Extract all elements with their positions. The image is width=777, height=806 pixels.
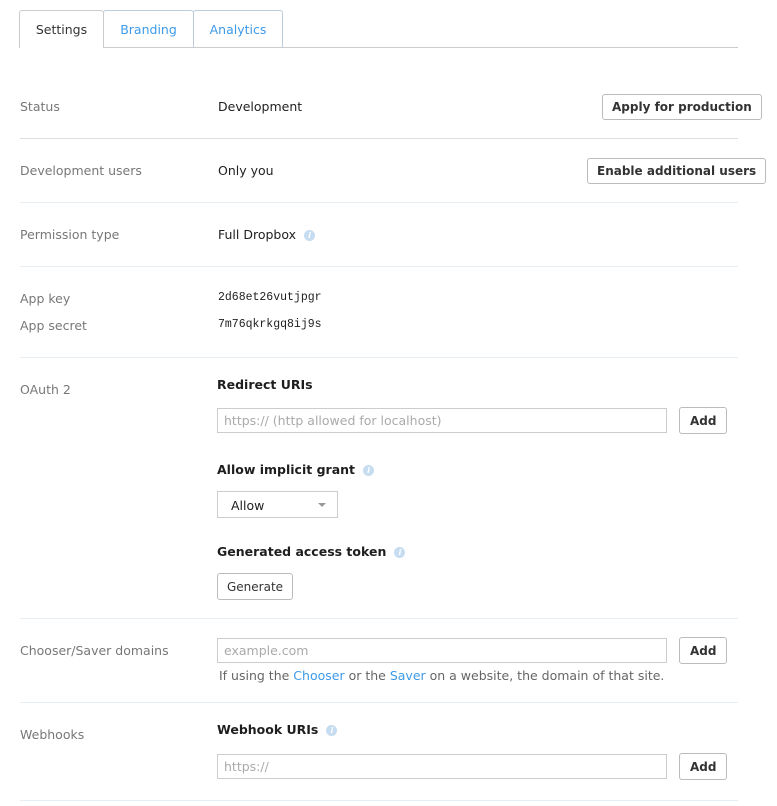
chevron-down-icon: [318, 503, 326, 507]
help-text: If using the: [219, 668, 294, 683]
chooser-domain-input[interactable]: [217, 638, 667, 663]
saver-link[interactable]: Saver: [390, 668, 426, 683]
generated-access-token-text: Generated access token: [217, 544, 387, 559]
chooser-link[interactable]: Chooser: [293, 668, 344, 683]
add-domain-button[interactable]: Add: [679, 637, 728, 664]
permission-type-value: Full Dropbox i: [218, 227, 316, 242]
chooser-saver-domains-label: Chooser/Saver domains: [20, 643, 169, 658]
permission-type-text: Full Dropbox: [218, 227, 297, 242]
tab-settings[interactable]: Settings: [19, 10, 104, 48]
info-icon[interactable]: i: [304, 230, 316, 241]
webhook-uri-input[interactable]: [217, 754, 667, 779]
help-text: on a website, the domain of that site.: [425, 668, 665, 683]
webhook-uris-heading: Webhook URIs i: [217, 722, 338, 737]
tab-branding[interactable]: Branding: [103, 10, 194, 47]
chooser-help-text: If using the Chooser or the Saver on a w…: [219, 668, 664, 683]
add-redirect-uri-button[interactable]: Add: [679, 407, 728, 434]
development-users-value: Only you: [218, 163, 274, 178]
divider: [20, 702, 738, 703]
implicit-grant-select[interactable]: Allow: [217, 491, 338, 518]
divider: [20, 357, 738, 358]
webhooks-label: Webhooks: [20, 727, 85, 742]
info-icon[interactable]: i: [326, 725, 338, 736]
info-icon[interactable]: i: [363, 465, 375, 476]
redirect-uris-heading: Redirect URIs: [217, 377, 313, 392]
divider: [20, 266, 738, 267]
webhook-uris-text: Webhook URIs: [217, 722, 319, 737]
generated-access-token-heading: Generated access token i: [217, 544, 406, 559]
info-icon[interactable]: i: [394, 547, 406, 558]
generate-token-button[interactable]: Generate: [217, 573, 294, 600]
allow-implicit-grant-text: Allow implicit grant: [217, 462, 356, 477]
tab-analytics[interactable]: Analytics: [193, 10, 283, 47]
divider: [20, 618, 738, 619]
divider: [20, 202, 738, 203]
divider: [20, 138, 738, 139]
redirect-uri-input[interactable]: [217, 408, 667, 433]
help-text: or the: [344, 668, 390, 683]
apply-for-production-button[interactable]: Apply for production: [602, 94, 762, 120]
status-value: Development: [218, 99, 303, 114]
app-secret-label: App secret: [20, 318, 87, 333]
add-webhook-button[interactable]: Add: [679, 753, 728, 780]
enable-additional-users-button[interactable]: Enable additional users: [587, 158, 767, 184]
app-secret-value: 7m76qkrkgq8ij9s: [218, 318, 322, 331]
development-users-label: Development users: [20, 163, 142, 178]
permission-type-label: Permission type: [20, 227, 120, 242]
status-label: Status: [20, 99, 60, 114]
tab-divider: [20, 47, 738, 48]
divider: [20, 800, 738, 801]
app-key-value: 2d68et26vutjpgr: [218, 291, 322, 304]
implicit-grant-value: Allow: [231, 498, 265, 513]
allow-implicit-grant-heading: Allow implicit grant i: [217, 462, 375, 477]
app-key-label: App key: [20, 291, 71, 306]
oauth2-label: OAuth 2: [20, 382, 71, 397]
